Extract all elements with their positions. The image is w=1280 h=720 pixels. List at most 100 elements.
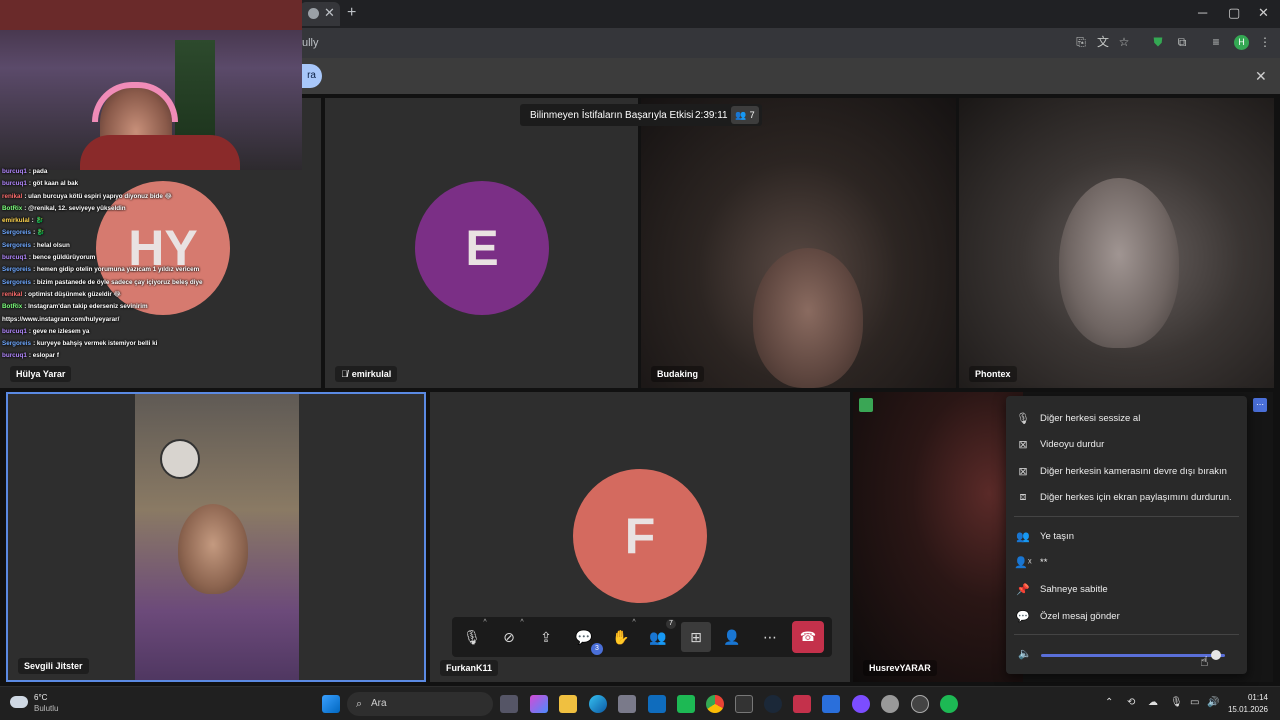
reactions-chevron-icon[interactable]: ^ [629,619,639,627]
chat-text: : 🐉 [31,217,44,225]
menu-item-remove[interactable]: 👤ˣ ** [1006,549,1247,575]
extensions-icon[interactable]: ⧉ [1175,35,1189,49]
menu-item-stop-screen-share[interactable]: ⧈ Diğer herkes için ekran paylaşımını dur… [1006,484,1247,510]
participant-tile-active[interactable]: Sevgili Jitster [6,392,426,682]
participant-video-face [753,248,863,388]
media-controls-icon[interactable]: ≡ [1209,35,1223,49]
shield-extension-icon[interactable]: ⛊ [1151,35,1165,49]
chat-message: Sergoreis: kuryeye bahşiş vermek istemiy… [2,338,302,350]
xbox-icon[interactable] [677,695,695,713]
file-explorer-icon[interactable] [559,695,577,713]
participant-tile[interactable]: Phontex [959,98,1274,388]
participant-count-badge[interactable]: 👥 7 [731,106,759,124]
headphones [92,82,178,122]
volume-icon: 🔈 [1018,648,1032,660]
app-icon-blue[interactable] [822,695,840,713]
infobar-close-icon[interactable]: ✕ [1255,68,1267,85]
new-tab-button[interactable]: + [347,4,356,22]
minimize-button[interactable]: ─ [1198,5,1207,20]
install-app-icon[interactable]: ⎘ [1074,35,1088,49]
mic-options-chevron-icon[interactable]: ^ [480,619,490,627]
volume-slider-knob[interactable] [1211,650,1221,660]
chat-username: burcuq1 [2,180,27,188]
more-options-icon[interactable]: ⋯ [1253,398,1267,412]
app-icon-gray[interactable] [881,695,899,713]
spotify-icon[interactable] [940,695,958,713]
menu-item-stop-video[interactable]: ⊠ Videoyu durdur [1006,431,1247,457]
menu-item-move[interactable]: 👥 Ye taşın [1006,523,1247,549]
taskbar-search[interactable]: ⌕ Ara [347,692,493,716]
chat-text: : göt kaan al bak [28,180,79,188]
participant-context-menu: 🎙 Diğer herkesi sessize al ⊠ Videoyu durdu… [1006,396,1247,674]
app-icon-red[interactable] [793,695,811,713]
participant-tile[interactable]: Budaking [641,98,956,388]
tray-cloud-icon[interactable]: ☁ [1148,697,1158,708]
menu-item-mute-others[interactable]: 🎙 Diğer herkesi sessize al [1006,405,1247,431]
profile-avatar[interactable]: H [1234,35,1249,50]
windows-start-icon[interactable] [322,695,340,713]
participant-name: Hülya Yarar [10,366,72,382]
raise-hand-icon[interactable]: ✋ [609,625,633,649]
browser-menu-icon[interactable]: ⋮ [1258,35,1272,49]
browser-tab[interactable]: ✕ [300,2,340,26]
tray-app-icon[interactable]: ⟲ [1127,697,1135,708]
participant-video-face [1059,178,1179,348]
tray-mic-icon[interactable]: 🎙 [1170,697,1183,708]
participant-name: Sevgili Jitster [18,658,89,674]
video-feed [853,392,1023,682]
more-icon[interactable]: ⋯ [758,625,782,649]
participant-name-label: Phontex [975,369,1011,379]
tab-close-icon[interactable]: ✕ [324,5,335,21]
chat-username: emirkulal [2,217,30,225]
volume-slider[interactable] [1041,654,1225,657]
participants-icon[interactable]: 👥 [646,625,670,649]
steam-icon[interactable] [764,695,782,713]
webcam-tree [175,40,215,150]
menu-item-disable-others-cameras[interactable]: ⊠ Diğer herkesin kamerasını devre dışı bı… [1006,458,1247,484]
weather-description[interactable]: Bulutlu [34,704,58,713]
edge-icon[interactable] [589,695,607,713]
chrome-icon[interactable] [706,695,724,713]
menu-item-pin-to-stage[interactable]: 📌 Sahneye sabitle [1006,576,1247,602]
outlook-icon[interactable] [648,695,666,713]
chat-text: : eslopar f [28,352,59,360]
task-view-icon[interactable] [500,695,518,713]
add-person-icon[interactable]: 👤 [720,625,744,649]
maximize-button[interactable]: ▢ [1228,5,1240,21]
store-icon[interactable] [618,695,636,713]
share-screen-icon[interactable]: ⇪ [534,625,558,649]
participant-tile[interactable]: E 🎙̸ emirkulal [325,98,638,388]
remove-person-icon: 👤ˣ [1014,556,1032,569]
menu-item-private-message[interactable]: 💬 Özel mesaj gönder [1006,603,1247,629]
mouse-cursor-icon: ☝ [1200,653,1209,669]
leave-call-icon: ☎ [799,629,817,644]
chat-text: : pada [28,168,48,175]
participant-name: FurkanK11 [440,660,499,676]
epic-games-icon[interactable] [735,695,753,713]
tray-speaker-icon[interactable]: 🔊 [1207,697,1219,708]
bookmark-star-icon[interactable]: ☆ [1117,35,1131,49]
clock-time[interactable]: 01:14 [1222,693,1268,702]
translate-icon[interactable]: 文 [1096,35,1110,49]
participant-name-label: emirkulal [351,369,392,379]
chat-message: emirkulal: 🐉 [2,215,302,227]
chat-username: burcuq1 [2,168,27,175]
copilot-icon[interactable] [530,695,548,713]
webcam-ceiling [0,0,302,30]
address-bar[interactable]: ully [302,37,319,49]
app-icon-purple[interactable] [852,695,870,713]
weather-temperature[interactable]: 6°C [34,693,47,702]
camera-options-chevron-icon[interactable]: ^ [517,619,527,627]
obs-icon[interactable] [911,695,929,713]
tray-display-icon[interactable]: ▭ [1190,697,1199,708]
menu-item-label: Sahneye sabitle [1040,583,1108,595]
camera-off-icon[interactable]: ⊘ [497,625,521,649]
grid-view-icon[interactable]: ⊞ [681,622,711,652]
leave-call-button[interactable]: ☎ [792,621,824,653]
participant-name: HusrevYARAR [863,660,937,676]
tray-chevron-icon[interactable]: ⌃ [1105,697,1113,708]
mic-icon[interactable]: 🎙 [460,625,484,649]
clock-date[interactable]: 15.01.2026 [1222,705,1268,714]
move-person-icon: 👥 [1016,530,1030,543]
close-window-button[interactable]: ✕ [1258,5,1269,21]
